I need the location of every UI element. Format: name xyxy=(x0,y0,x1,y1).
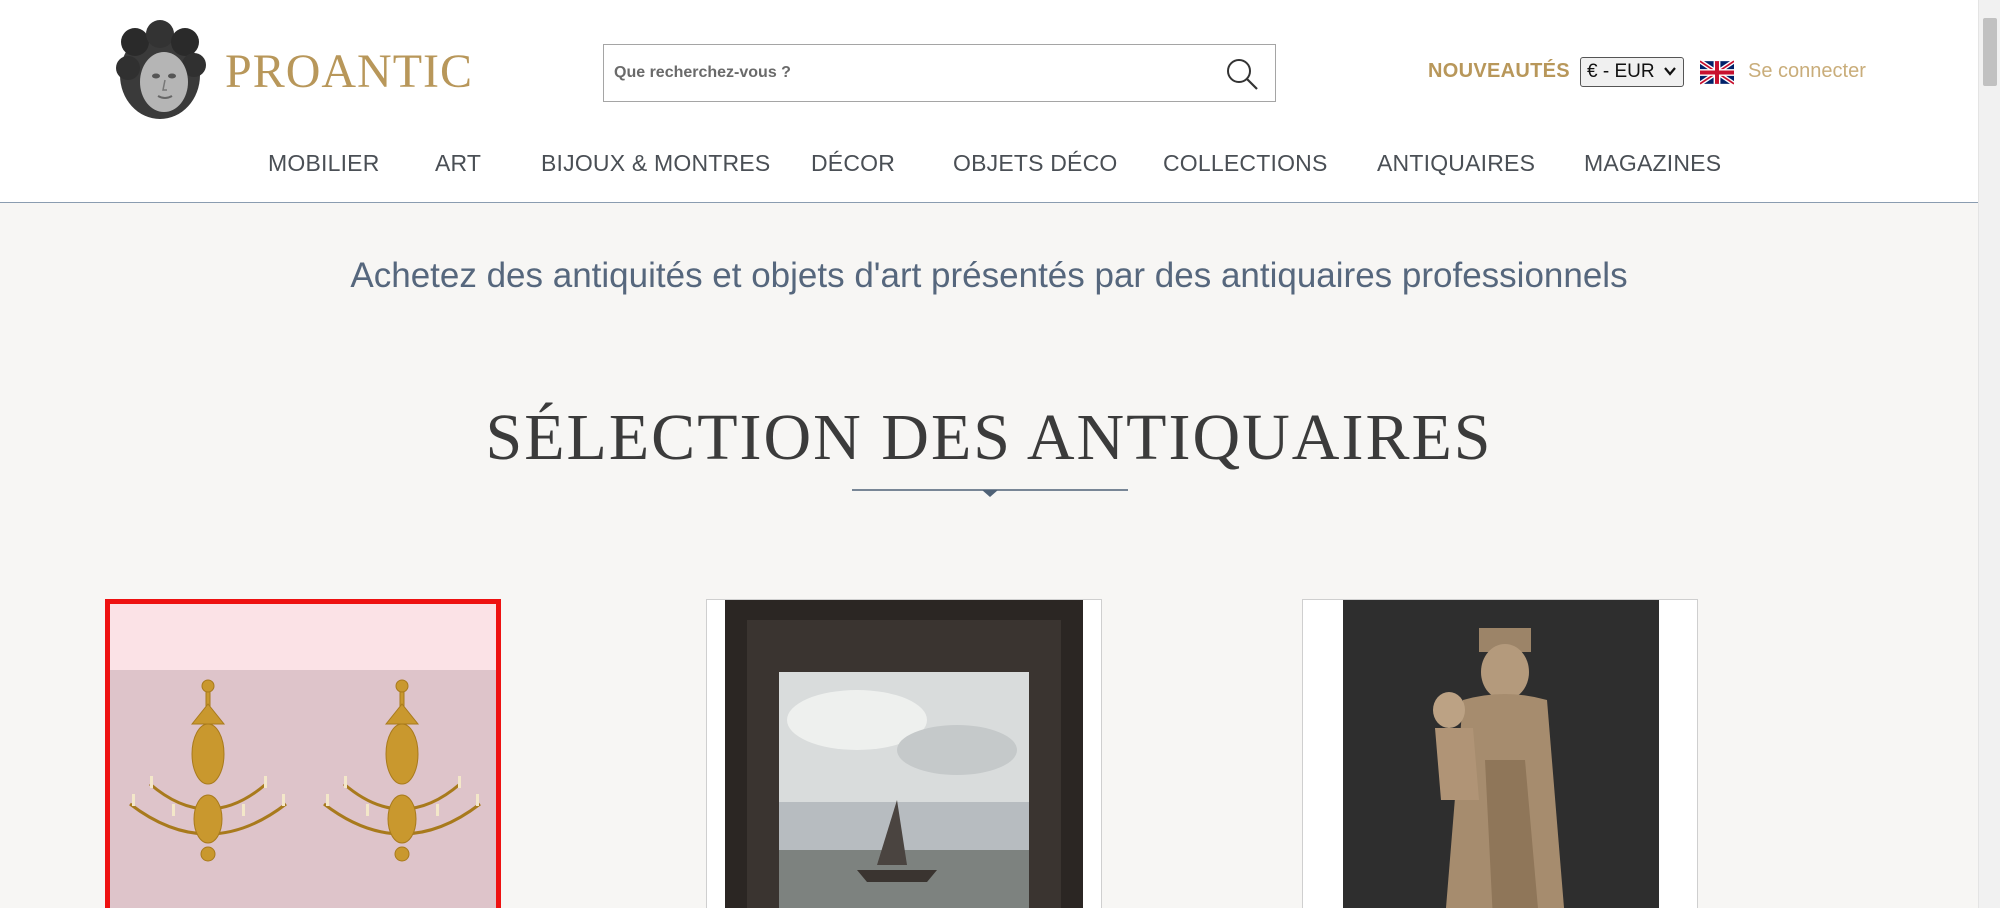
main-nav: MOBILIER ART BIJOUX & MONTRES DÉCOR OBJE… xyxy=(0,150,1978,180)
site-header: PROANTIC NOUVEAUTÉS € - EUR Se connecter… xyxy=(0,0,1978,203)
nav-item-antiquaires[interactable]: ANTIQUAIRES xyxy=(1377,150,1535,177)
logo-text[interactable]: PROANTIC xyxy=(225,44,473,99)
tagline: Achetez des antiquités et objets d'art p… xyxy=(350,256,1628,295)
section-title: SÉLECTION DES ANTIQUAIRES xyxy=(485,401,1493,474)
nav-item-magazines[interactable]: MAGAZINES xyxy=(1584,150,1721,177)
login-link[interactable]: Se connecter xyxy=(1748,60,1866,83)
nav-item-decor[interactable]: DÉCOR xyxy=(811,150,895,177)
product-image-statue xyxy=(1303,600,1697,908)
uk-flag-icon[interactable] xyxy=(1700,60,1734,85)
nav-item-art[interactable]: ART xyxy=(435,150,481,177)
chevron-down-icon xyxy=(1664,67,1676,76)
nav-item-collections[interactable]: COLLECTIONS xyxy=(1163,150,1328,177)
nav-item-objets-deco[interactable]: OBJETS DÉCO xyxy=(953,150,1118,177)
product-card-painting[interactable] xyxy=(706,599,1102,908)
page-scrollbar[interactable] xyxy=(1978,0,2000,908)
nav-item-mobilier[interactable]: MOBILIER xyxy=(268,150,380,177)
currency-selected-value: € - EUR xyxy=(1587,61,1655,82)
product-card-chandeliers[interactable] xyxy=(105,599,501,908)
currency-select[interactable]: € - EUR xyxy=(1580,57,1684,87)
logo-bust-icon[interactable] xyxy=(110,20,210,122)
product-image-painting xyxy=(707,600,1101,908)
scrollbar-thumb[interactable] xyxy=(1983,18,1997,86)
search-input[interactable] xyxy=(614,45,1194,101)
search-bar xyxy=(603,44,1276,102)
title-divider xyxy=(852,489,1128,497)
product-image-chandeliers xyxy=(110,604,496,908)
product-card-statue[interactable] xyxy=(1302,599,1698,908)
search-icon[interactable] xyxy=(1223,55,1261,93)
nav-item-bijoux-montres[interactable]: BIJOUX & MONTRES xyxy=(541,150,770,177)
nouveautes-link[interactable]: NOUVEAUTÉS xyxy=(1428,60,1570,83)
